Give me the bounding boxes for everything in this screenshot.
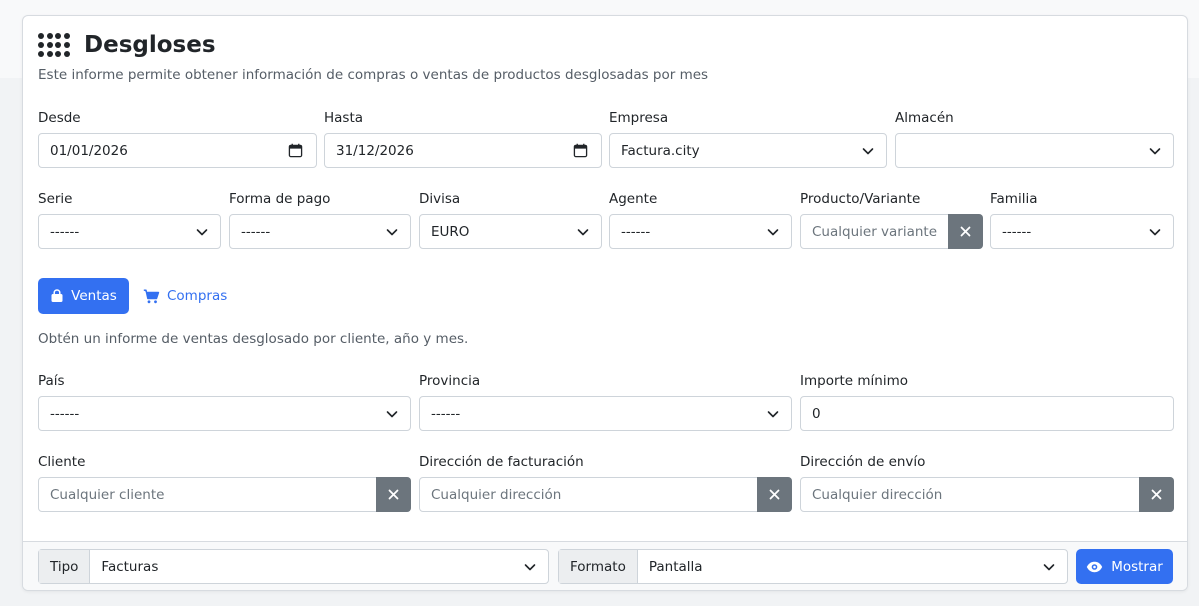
chevron-down-icon — [767, 411, 779, 418]
importe-minimo-value: 0 — [812, 405, 821, 422]
provincia-select[interactable]: ------ — [419, 396, 792, 431]
importe-minimo-label: Importe mínimo — [800, 373, 909, 389]
divisa-label: Divisa — [419, 191, 461, 207]
agente-value: ------ — [621, 223, 651, 240]
chevron-down-icon — [862, 148, 874, 155]
pais-label: País — [38, 373, 65, 389]
mostrar-button[interactable]: Mostrar — [1076, 549, 1173, 584]
importe-minimo-input[interactable]: 0 — [800, 396, 1174, 431]
card-header: Desgloses — [38, 32, 216, 58]
empresa-select[interactable]: Factura.city — [609, 133, 887, 168]
forma-pago-select[interactable]: ------ — [229, 214, 411, 249]
dir-facturacion-label: Dirección de facturación — [419, 454, 584, 470]
tipo-addon: Tipo — [39, 550, 91, 583]
close-icon — [388, 489, 399, 500]
chevron-down-icon — [386, 229, 398, 236]
pais-select[interactable]: ------ — [38, 396, 411, 431]
dir-envio-label: Dirección de envío — [800, 454, 926, 470]
chevron-down-icon — [767, 229, 779, 236]
divisa-select[interactable]: EURO — [419, 214, 602, 249]
chevron-down-icon — [1149, 148, 1161, 155]
formato-value: Pantalla — [648, 558, 703, 575]
dir-facturacion-input[interactable]: Cualquier dirección — [419, 477, 792, 512]
chevron-down-icon — [524, 564, 536, 571]
close-icon — [769, 489, 780, 500]
formato-value-wrap: Pantalla — [638, 550, 1067, 583]
pais-value: ------ — [50, 405, 80, 422]
divisa-value: EURO — [431, 223, 470, 240]
dir-facturacion-clear-button[interactable] — [757, 477, 792, 512]
cliente-input[interactable]: Cualquier cliente — [38, 477, 411, 512]
producto-clear-button[interactable] — [948, 214, 983, 249]
serie-value: ------ — [50, 223, 80, 240]
chevron-down-icon — [386, 411, 398, 418]
dir-envio-input[interactable]: Cualquier dirección — [800, 477, 1174, 512]
desde-value: 01/01/2026 — [50, 142, 128, 159]
chevron-down-icon — [1149, 229, 1161, 236]
cliente-placeholder: Cualquier cliente — [50, 486, 165, 503]
tipo-value: Facturas — [101, 558, 159, 575]
ventas-button[interactable]: Ventas — [38, 278, 129, 314]
hasta-date-input[interactable]: 31/12/2026 — [324, 133, 602, 168]
page-subtitle: Este informe permite obtener información… — [38, 67, 709, 83]
tipo-value-wrap: Facturas — [90, 550, 548, 583]
grid-dots-icon — [38, 33, 71, 57]
familia-label: Familia — [990, 191, 1038, 207]
desde-date-input[interactable]: 01/01/2026 — [38, 133, 317, 168]
agente-select[interactable]: ------ — [609, 214, 792, 249]
chevron-down-icon — [577, 229, 589, 236]
ventas-label: Ventas — [71, 288, 117, 304]
shopping-bag-icon — [51, 289, 63, 302]
calendar-icon[interactable] — [573, 143, 588, 158]
forma-pago-label: Forma de pago — [229, 191, 331, 207]
producto-label: Producto/Variante — [800, 191, 921, 207]
cliente-clear-button[interactable] — [376, 477, 411, 512]
producto-placeholder: Cualquier variante — [812, 223, 938, 240]
cliente-label: Cliente — [38, 454, 86, 470]
compras-label: Compras — [167, 288, 228, 304]
hasta-label: Hasta — [324, 110, 364, 126]
card-footer: Tipo Facturas Formato Pantalla Mostrar — [23, 541, 1187, 590]
report-card: Desgloses Este informe permite obtener i… — [22, 15, 1188, 591]
eye-icon — [1086, 561, 1103, 572]
chevron-down-icon — [1043, 564, 1055, 571]
cart-icon — [143, 289, 160, 303]
almacen-select[interactable] — [895, 133, 1174, 168]
formato-select[interactable]: Formato Pantalla — [558, 549, 1068, 584]
compras-button[interactable]: Compras — [143, 278, 227, 314]
close-icon — [960, 226, 971, 237]
hasta-value: 31/12/2026 — [336, 142, 414, 159]
dir-facturacion-placeholder: Cualquier dirección — [431, 486, 562, 503]
chevron-down-icon — [196, 229, 208, 236]
formato-addon: Formato — [559, 550, 638, 583]
page-title: Desgloses — [84, 32, 216, 58]
familia-select[interactable]: ------ — [990, 214, 1174, 249]
familia-value: ------ — [1002, 223, 1032, 240]
dir-envio-clear-button[interactable] — [1139, 477, 1174, 512]
forma-pago-value: ------ — [241, 223, 271, 240]
tipo-select[interactable]: Tipo Facturas — [38, 549, 549, 584]
serie-label: Serie — [38, 191, 73, 207]
provincia-value: ------ — [431, 405, 461, 422]
mode-description: Obtén un informe de ventas desglosado po… — [38, 331, 469, 347]
empresa-value: Factura.city — [621, 142, 700, 159]
producto-input[interactable]: Cualquier variante — [800, 214, 983, 249]
almacen-label: Almacén — [895, 110, 954, 126]
serie-select[interactable]: ------ — [38, 214, 221, 249]
empresa-label: Empresa — [609, 110, 669, 126]
calendar-icon[interactable] — [288, 143, 303, 158]
close-icon — [1151, 489, 1162, 500]
mostrar-label: Mostrar — [1111, 558, 1163, 575]
desde-label: Desde — [38, 110, 81, 126]
dir-envio-placeholder: Cualquier dirección — [812, 486, 943, 503]
provincia-label: Provincia — [419, 373, 481, 389]
agente-label: Agente — [609, 191, 658, 207]
